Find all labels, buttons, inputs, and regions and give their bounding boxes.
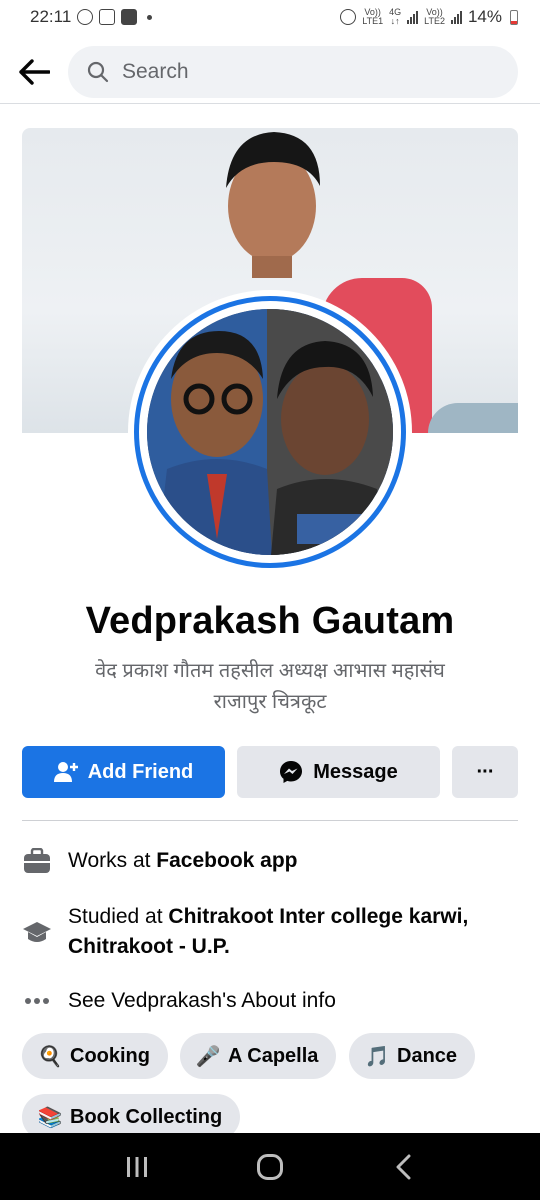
more-icon: ··· xyxy=(476,760,495,783)
sim1-label: Vo)) LTE1 xyxy=(362,7,384,26)
battery-percent: 14% xyxy=(467,7,502,26)
hobby-chip-a-capella[interactable]: 🎤 A Capella xyxy=(180,1033,337,1079)
top-bar xyxy=(0,40,540,104)
study-info-row: Studied at Chitrakoot Inter college karw… xyxy=(22,902,518,962)
status-bar-right: Vo)) LTE1 4G ↓↑ Vo)) LTE2 14% xyxy=(340,7,518,27)
briefcase-icon xyxy=(22,846,52,876)
hobby-chip-dance[interactable]: 🎵 Dance xyxy=(349,1033,476,1079)
home-icon xyxy=(256,1153,283,1180)
search-icon xyxy=(87,61,109,82)
music-note-icon: 🎵 xyxy=(364,1045,390,1068)
profile-name: Vedprakash Gautam xyxy=(85,600,455,642)
chevron-left-icon xyxy=(396,1154,411,1179)
more-dots-icon xyxy=(22,986,52,1016)
about-info-link[interactable]: See Vedprakash's About info xyxy=(68,986,336,1016)
battery-icon xyxy=(510,9,518,25)
divider xyxy=(22,820,518,821)
microphone-icon: 🎤 xyxy=(195,1045,221,1068)
add-friend-button[interactable]: Add Friend xyxy=(22,746,225,798)
system-back-button[interactable] xyxy=(373,1142,433,1192)
gallery-icon xyxy=(99,9,116,25)
status-bar-left: 22:11 xyxy=(30,7,153,27)
books-icon: 📚 xyxy=(37,1106,63,1129)
alarm-icon xyxy=(340,9,357,25)
work-place[interactable]: Facebook app xyxy=(156,849,297,872)
hobby-label: Book Collecting xyxy=(70,1105,223,1128)
status-bar: 22:11 Vo)) LTE1 4G ↓↑ Vo)) LTE2 14% xyxy=(0,0,540,34)
whatsapp-icon xyxy=(77,9,94,25)
profile-actions: Add Friend Message ··· xyxy=(22,746,518,798)
cover-hill-shape xyxy=(428,403,518,433)
graduation-cap-icon xyxy=(22,918,52,948)
recent-apps-icon xyxy=(126,1156,147,1177)
system-navigation-bar xyxy=(0,1133,540,1200)
profile-bio: वेद प्रकाश गौतम तहसील अध्यक्ष आभास महासं… xyxy=(40,656,500,718)
back-button[interactable] xyxy=(16,54,52,90)
back-arrow-icon xyxy=(19,58,50,85)
hobby-chip-cooking[interactable]: 🍳 Cooking xyxy=(22,1033,168,1079)
dot-icon xyxy=(147,14,153,20)
study-text: Studied at Chitrakoot Inter college karw… xyxy=(68,905,469,958)
status-time: 22:11 xyxy=(30,7,72,26)
avatar xyxy=(147,309,393,555)
add-friend-label: Add Friend xyxy=(87,760,194,783)
hobby-label: Dance xyxy=(397,1044,458,1067)
bio-line: वेद प्रकाश गौतम तहसील अध्यक्ष आभास महासं… xyxy=(95,660,445,682)
avatar-image xyxy=(147,309,393,555)
messenger-icon xyxy=(279,760,303,784)
cover-person-shape xyxy=(226,132,320,278)
message-label: Message xyxy=(313,760,398,783)
hobby-label: Cooking xyxy=(70,1044,150,1067)
about-info-row[interactable]: See Vedprakash's About info xyxy=(22,986,518,1016)
network-label: 4G ↓↑ xyxy=(389,7,402,26)
profile-picture[interactable] xyxy=(128,290,412,574)
work-text: Works at Facebook app xyxy=(68,849,298,872)
hobby-label: A Capella xyxy=(228,1044,319,1067)
story-ring xyxy=(134,296,406,568)
message-button[interactable]: Message xyxy=(237,746,440,798)
youtube-icon xyxy=(121,9,138,25)
add-friend-icon xyxy=(53,761,78,783)
work-info-row: Works at Facebook app xyxy=(22,846,518,876)
cooking-icon: 🍳 xyxy=(37,1045,63,1068)
signal-icon xyxy=(407,10,419,24)
sim2-label: Vo)) LTE2 xyxy=(424,7,445,26)
more-options-button[interactable]: ··· xyxy=(452,746,518,798)
recent-apps-button[interactable] xyxy=(107,1142,167,1192)
signal-icon xyxy=(450,10,462,24)
search-bar[interactable] xyxy=(68,45,518,98)
home-button[interactable] xyxy=(240,1142,300,1192)
bio-line: राजापुर चित्रकूट xyxy=(213,691,327,713)
search-input[interactable] xyxy=(120,58,424,85)
